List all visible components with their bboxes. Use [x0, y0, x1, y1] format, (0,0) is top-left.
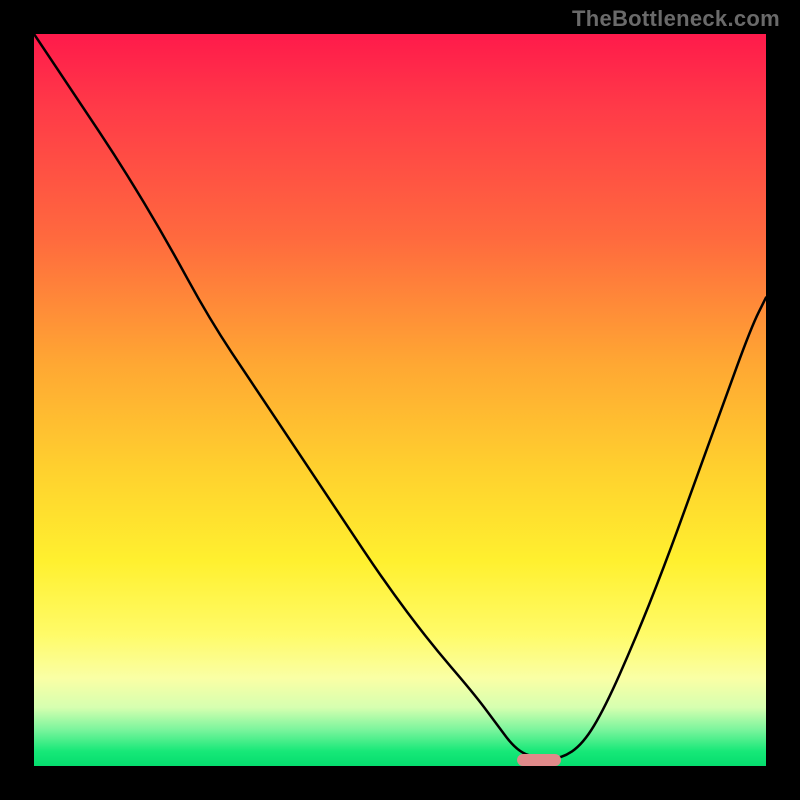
curve-layer: [34, 34, 766, 766]
attribution-text: TheBottleneck.com: [572, 6, 780, 32]
chart-frame: TheBottleneck.com: [0, 0, 800, 800]
plot-area: [34, 34, 766, 766]
minimum-marker: [517, 754, 561, 766]
bottleneck-curve: [34, 34, 766, 759]
